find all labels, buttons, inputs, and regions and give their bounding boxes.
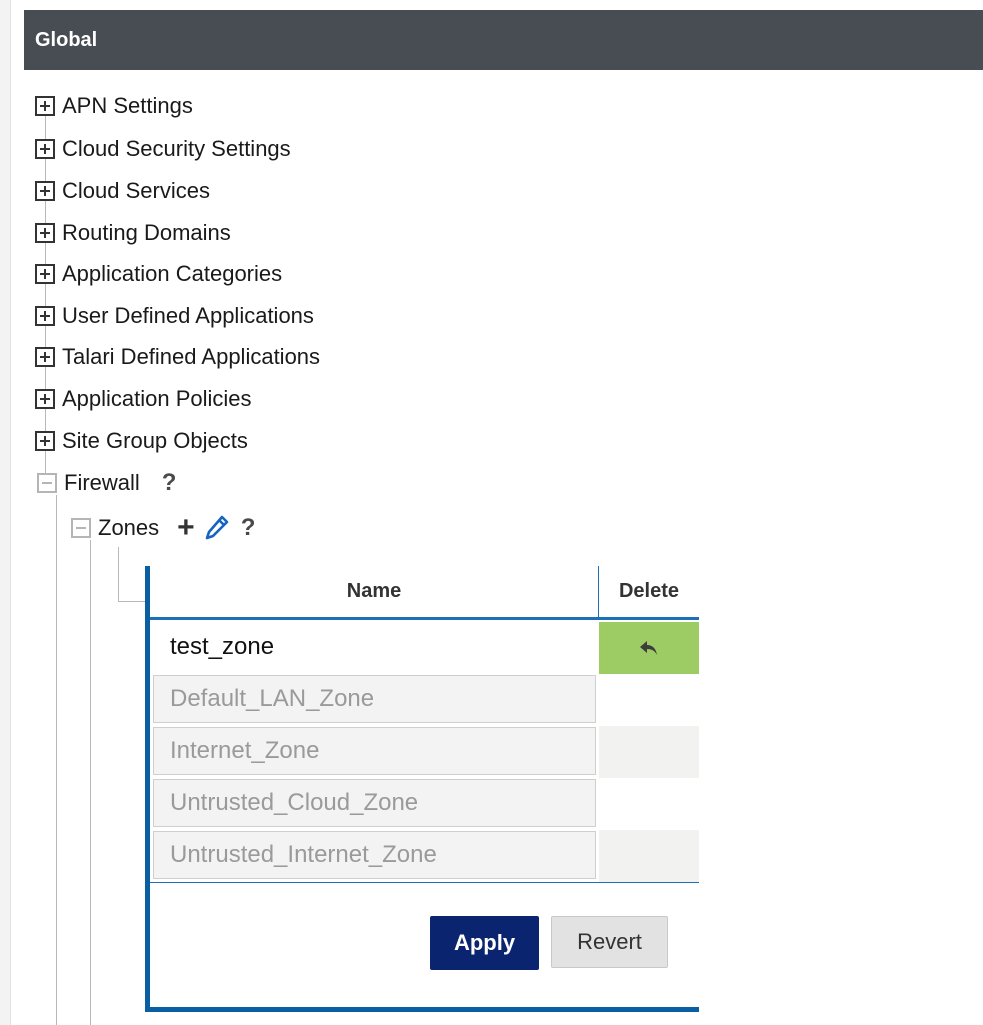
column-header-name[interactable]: Name bbox=[150, 566, 599, 617]
expand-plus-icon[interactable] bbox=[35, 347, 55, 367]
help-icon[interactable]: ? bbox=[241, 514, 256, 542]
undo-delete-button[interactable] bbox=[599, 622, 699, 674]
tree-item-user-defined-applications[interactable]: User Defined Applications bbox=[35, 302, 314, 330]
tree-item-label: Application Categories bbox=[62, 261, 283, 286]
tree-item-application-categories[interactable]: Application Categories bbox=[35, 260, 282, 288]
table-row: Untrusted_Cloud_Zone bbox=[150, 778, 699, 830]
tree-item-label: APN Settings bbox=[62, 93, 193, 118]
tree-guide-line bbox=[118, 601, 146, 602]
tree-item-cloud-services[interactable]: Cloud Services bbox=[35, 177, 210, 205]
tree-item-label: Firewall bbox=[64, 470, 140, 495]
zone-name-cell: Untrusted_Cloud_Zone bbox=[153, 779, 596, 827]
tree-item-label: Cloud Services bbox=[62, 178, 210, 203]
expand-plus-icon[interactable] bbox=[35, 389, 55, 409]
delete-cell bbox=[599, 830, 699, 882]
expand-plus-icon[interactable] bbox=[35, 431, 55, 451]
collapse-minus-icon[interactable] bbox=[37, 473, 57, 493]
zone-name-input[interactable]: test_zone bbox=[153, 623, 596, 671]
zones-table-panel: Name Delete test_zone Default_LAN_Zone I… bbox=[145, 566, 699, 1012]
table-header: Name Delete bbox=[150, 566, 699, 620]
expand-plus-icon[interactable] bbox=[35, 139, 55, 159]
tree-item-label: Application Policies bbox=[62, 386, 252, 411]
table-row: test_zone bbox=[150, 622, 699, 674]
expand-plus-icon[interactable] bbox=[35, 96, 55, 116]
tree-item-label: Talari Defined Applications bbox=[62, 344, 321, 369]
tree-item-label: Routing Domains bbox=[62, 220, 231, 245]
tree-item-label: User Defined Applications bbox=[62, 303, 314, 328]
tree-item-label: Zones bbox=[98, 515, 160, 540]
page-left-border bbox=[0, 0, 11, 1025]
zone-actions: + ? bbox=[177, 513, 255, 543]
zone-name-cell: Internet_Zone bbox=[153, 727, 596, 775]
add-icon[interactable]: + bbox=[177, 513, 195, 543]
help-icon[interactable]: ? bbox=[162, 469, 177, 497]
tree-item-cloud-security-settings[interactable]: Cloud Security Settings bbox=[35, 135, 291, 163]
tree-item-site-group-objects[interactable]: Site Group Objects bbox=[35, 427, 248, 455]
table-row: Default_LAN_Zone bbox=[150, 674, 699, 726]
tree-item-application-policies[interactable]: Application Policies bbox=[35, 385, 252, 413]
tree-item-label: Site Group Objects bbox=[62, 428, 248, 453]
tree-guide-line bbox=[90, 540, 91, 1025]
table-row: Untrusted_Internet_Zone bbox=[150, 830, 699, 882]
tree-item-apn-settings[interactable]: APN Settings bbox=[35, 92, 193, 120]
collapse-minus-icon[interactable] bbox=[71, 518, 91, 538]
tree-item-firewall[interactable]: Firewall ? bbox=[37, 469, 176, 497]
apply-button[interactable]: Apply bbox=[430, 916, 539, 970]
delete-cell bbox=[599, 726, 699, 778]
tree-item-zones[interactable]: Zones + ? bbox=[71, 513, 255, 543]
table-actions: Apply Revert bbox=[150, 882, 699, 1007]
delete-cell bbox=[599, 674, 699, 726]
tree-item-label: Cloud Security Settings bbox=[62, 136, 291, 161]
expand-plus-icon[interactable] bbox=[35, 223, 55, 243]
tree-item-talari-defined-applications[interactable]: Talari Defined Applications bbox=[35, 343, 320, 371]
expand-plus-icon[interactable] bbox=[35, 264, 55, 284]
revert-button[interactable]: Revert bbox=[551, 916, 668, 968]
section-header: Global bbox=[24, 10, 983, 70]
tree-item-routing-domains[interactable]: Routing Domains bbox=[35, 219, 231, 247]
table-row: Internet_Zone bbox=[150, 726, 699, 778]
expand-plus-icon[interactable] bbox=[35, 306, 55, 326]
section-title: Global bbox=[35, 29, 98, 51]
pencil-icon[interactable] bbox=[205, 515, 229, 541]
delete-cell bbox=[599, 778, 699, 830]
tree-guide-line bbox=[118, 547, 119, 602]
column-header-delete[interactable]: Delete bbox=[599, 566, 699, 617]
undo-arrow-icon bbox=[640, 641, 657, 655]
tree-guide-line bbox=[56, 495, 57, 1025]
expand-plus-icon[interactable] bbox=[35, 181, 55, 201]
zone-name-cell: Untrusted_Internet_Zone bbox=[153, 831, 596, 879]
tree-guide-line bbox=[45, 115, 46, 479]
zone-name-cell: Default_LAN_Zone bbox=[153, 675, 596, 723]
